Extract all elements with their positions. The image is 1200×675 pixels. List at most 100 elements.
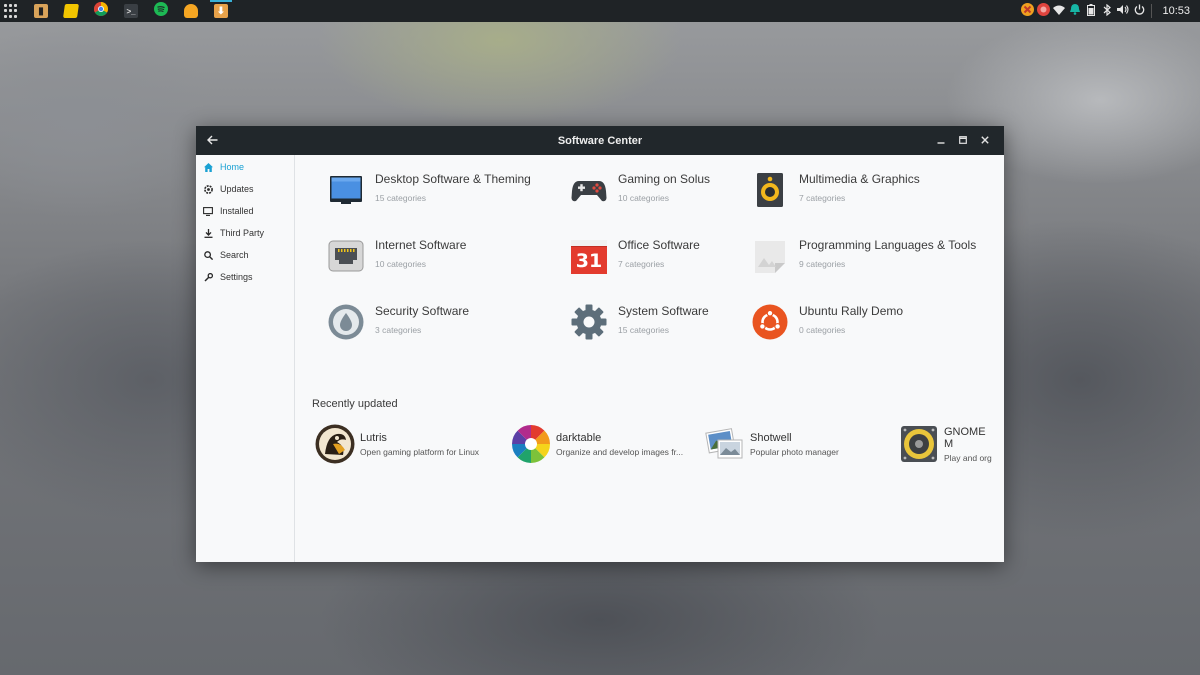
category-name: Security Software xyxy=(375,304,470,318)
sidebar-item-label: Home xyxy=(220,162,245,172)
calendar-icon: 31 xyxy=(571,238,607,274)
sidebar-item-label: Installed xyxy=(220,206,254,216)
network-port-icon xyxy=(328,238,364,274)
cheese-icon xyxy=(184,4,198,18)
sidebar-item-installed[interactable]: Installed xyxy=(196,200,294,222)
app-tile-darktable[interactable]: darktable Organize and develop images fr… xyxy=(511,424,683,464)
wifi-icon xyxy=(1053,5,1066,18)
minimize-icon xyxy=(937,135,945,147)
category-multimedia[interactable]: Multimedia & Graphics 7 categories xyxy=(752,169,920,208)
sidebar-item-updates[interactable]: Updates xyxy=(196,178,294,200)
category-name: Programming Languages & Tools xyxy=(799,238,977,252)
tray-power[interactable] xyxy=(1131,0,1147,22)
app-name: GNOME M xyxy=(944,425,986,450)
close-icon xyxy=(981,135,989,147)
app-description: Play and org xyxy=(944,452,992,463)
darktable-icon xyxy=(511,424,551,464)
taskbar-spotify[interactable] xyxy=(146,0,176,22)
sidebar-item-home[interactable]: Home xyxy=(196,156,294,178)
tray-notification[interactable] xyxy=(1067,0,1083,22)
maximize-button[interactable] xyxy=(952,130,974,152)
category-count: 7 categories xyxy=(799,193,846,203)
tray-volume[interactable] xyxy=(1115,0,1131,22)
sidebar: Home Updates Installed Third Party Searc… xyxy=(196,155,295,562)
sidebar-item-third-party[interactable]: Third Party xyxy=(196,222,294,244)
category-office[interactable]: 31 Office Software 7 categories xyxy=(571,235,700,274)
category-name: Desktop Software & Theming xyxy=(375,172,531,186)
gamepad-icon xyxy=(571,172,607,208)
app-description: Popular photo manager xyxy=(750,446,839,457)
tray-separator xyxy=(1151,4,1153,18)
category-security[interactable]: Security Software 3 categories xyxy=(328,301,469,340)
category-count: 15 categories xyxy=(375,193,427,203)
archive-icon: ▮ xyxy=(34,4,48,18)
category-name: Gaming on Solus xyxy=(618,172,711,186)
ubuntu-icon xyxy=(752,304,788,340)
category-programming[interactable]: Programming Languages & Tools 9 categori… xyxy=(752,235,976,274)
sidebar-item-label: Updates xyxy=(220,184,254,194)
main-content: Desktop Software & Theming 15 categories… xyxy=(295,155,1004,562)
download-icon xyxy=(203,228,213,238)
category-count: 0 categories xyxy=(799,325,846,335)
tray-battery[interactable] xyxy=(1083,0,1099,22)
sidebar-item-search[interactable]: Search xyxy=(196,244,294,266)
sidebar-item-settings[interactable]: Settings xyxy=(196,266,294,288)
desktop-icon xyxy=(328,172,364,208)
category-desktop-software[interactable]: Desktop Software & Theming 15 categories xyxy=(328,169,531,208)
window-title: Software Center xyxy=(557,134,643,147)
sidebar-item-label: Third Party xyxy=(220,228,265,238)
minimize-button[interactable] xyxy=(930,130,952,152)
monitor-icon xyxy=(203,206,213,216)
panel-right: 10:53 xyxy=(1019,0,1200,22)
tray-bluetooth[interactable] xyxy=(1099,0,1115,22)
maximize-icon xyxy=(959,135,967,147)
close-button[interactable] xyxy=(974,130,996,152)
tray-wifi[interactable] xyxy=(1051,0,1067,22)
category-name: System Software xyxy=(618,304,709,318)
volume-icon xyxy=(1117,4,1130,18)
panel-left: ▮ >_ ⬇ xyxy=(0,0,236,22)
category-count: 7 categories xyxy=(618,259,665,269)
window-titlebar[interactable]: Software Center xyxy=(196,126,1004,155)
category-name: Office Software xyxy=(618,238,700,252)
category-count: 9 categories xyxy=(799,259,846,269)
taskbar-archive[interactable]: ▮ xyxy=(26,0,56,22)
arrow-left-icon xyxy=(206,133,218,148)
shotwell-icon xyxy=(705,424,745,464)
app-tile-lutris[interactable]: Lutris Open gaming platform for Linux xyxy=(315,424,479,464)
sidebar-item-label: Settings xyxy=(220,272,253,282)
spotify-icon xyxy=(154,1,168,21)
battery-icon xyxy=(1087,3,1096,19)
category-ubuntu-rally[interactable]: Ubuntu Rally Demo 0 categories xyxy=(752,301,903,340)
taskbar-software-center[interactable]: ⬇ xyxy=(206,0,236,22)
panel-clock[interactable]: 10:53 xyxy=(1162,5,1190,17)
tray-x-app[interactable] xyxy=(1019,0,1035,22)
app-name: Shotwell xyxy=(750,431,792,444)
speaker-icon xyxy=(752,172,788,208)
settings-icon xyxy=(203,272,213,282)
taskbar-terminal[interactable]: >_ xyxy=(116,0,146,22)
app-tile-gnome-music[interactable]: GNOME M Play and org xyxy=(899,424,992,464)
notification-icon xyxy=(1070,4,1081,18)
category-gaming[interactable]: Gaming on Solus 10 categories xyxy=(571,169,710,208)
category-system[interactable]: System Software 15 categories xyxy=(571,301,709,340)
category-internet[interactable]: Internet Software 10 categories xyxy=(328,235,466,274)
app-name: darktable xyxy=(556,431,602,444)
category-count: 15 categories xyxy=(618,325,670,335)
category-count: 10 categories xyxy=(618,193,670,203)
taskbar-chrome[interactable] xyxy=(86,0,116,22)
gear-icon xyxy=(571,304,607,340)
tray-red-app[interactable] xyxy=(1035,0,1051,22)
x-app-icon xyxy=(1020,3,1034,19)
app-tile-shotwell[interactable]: Shotwell Popular photo manager xyxy=(705,424,839,464)
recently-updated-title: Recently updated xyxy=(312,398,398,410)
app-description: Open gaming platform for Linux xyxy=(360,446,480,457)
apps-menu-icon[interactable] xyxy=(4,4,18,18)
category-count: 10 categories xyxy=(375,259,427,269)
back-button[interactable] xyxy=(204,132,220,148)
software-center-icon: ⬇ xyxy=(214,4,228,18)
taskbar-cheese[interactable] xyxy=(176,0,206,22)
window-controls xyxy=(930,126,996,155)
home-icon xyxy=(203,162,213,172)
taskbar-sticky-notes[interactable] xyxy=(56,0,86,22)
